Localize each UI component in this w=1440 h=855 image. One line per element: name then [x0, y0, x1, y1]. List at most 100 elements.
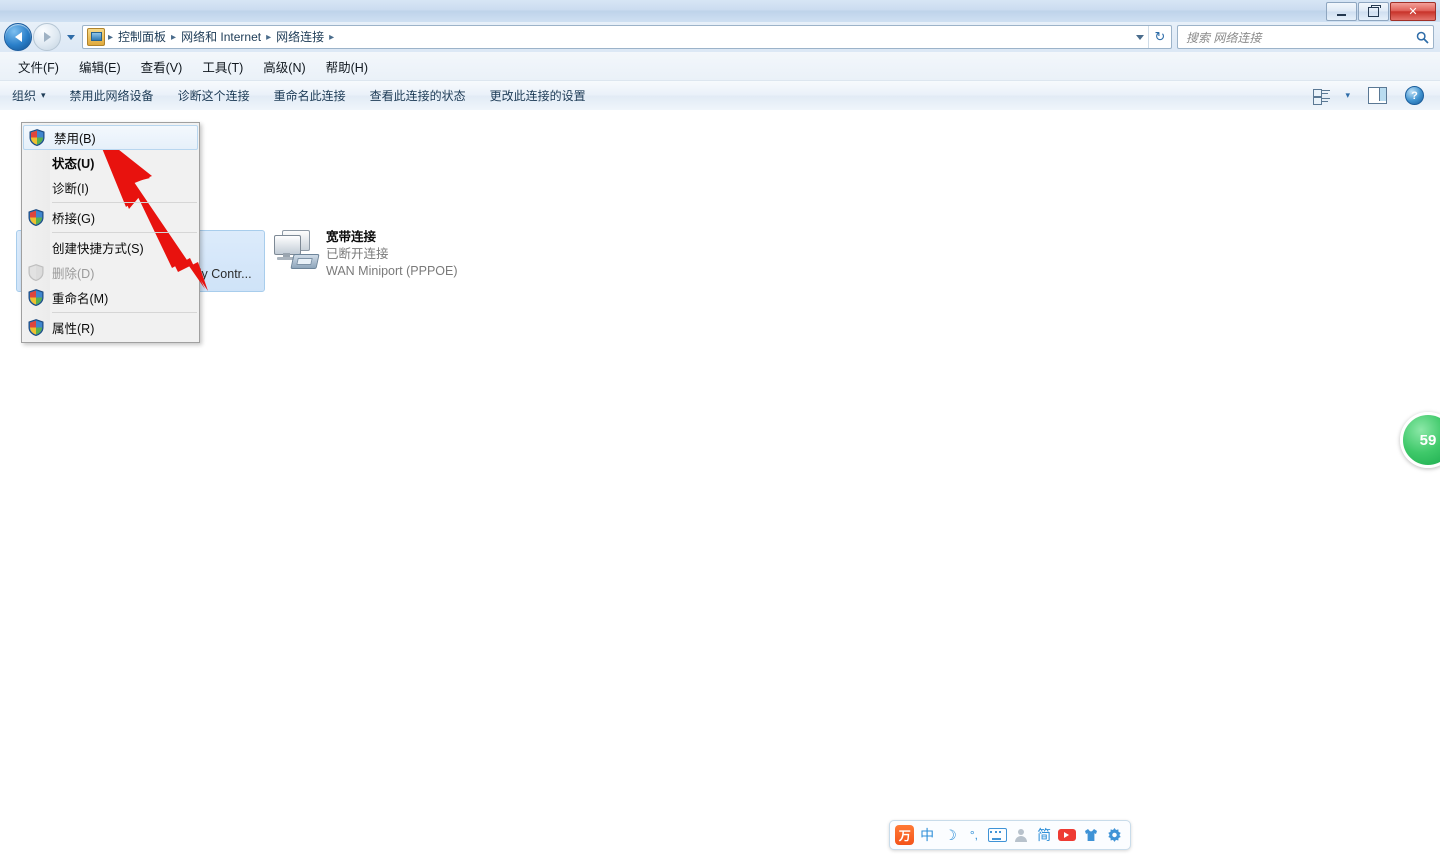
- menu-edit[interactable]: 编辑(E): [69, 54, 131, 79]
- help-icon: ?: [1405, 86, 1424, 105]
- organize-label: 组织: [12, 89, 37, 103]
- close-button[interactable]: ✕: [1390, 2, 1436, 21]
- shield-icon: [28, 209, 44, 226]
- minimize-button[interactable]: [1326, 2, 1357, 21]
- ime-moon-icon[interactable]: ☽: [940, 824, 961, 846]
- maximize-button[interactable]: [1358, 2, 1389, 21]
- context-menu-separator: [52, 202, 197, 203]
- shield-icon: [28, 319, 44, 336]
- selected-item-label: ily Contr...: [196, 267, 252, 281]
- address-dropdown-button[interactable]: [1132, 34, 1148, 40]
- explorer-window: ✕ ▸ 控制面板 ▸ 网络和 Internet ▸ 网络连接 ▸ ↻ 搜索 网络…: [0, 0, 1440, 855]
- organize-button[interactable]: 组织 ▾: [0, 83, 58, 108]
- preview-pane-icon: [1368, 87, 1387, 104]
- ime-chinese-mode[interactable]: 中: [916, 824, 937, 846]
- context-menu: 禁用(B) 状态(U) 诊断(I) 桥接(G) 创建快捷方式(S) 删除(D) …: [21, 122, 200, 343]
- context-menu-separator: [52, 232, 197, 233]
- ime-user-icon[interactable]: [1010, 824, 1031, 846]
- breadcrumb-item-control-panel[interactable]: 控制面板: [114, 27, 170, 47]
- connection-device: WAN Miniport (PPPOE): [326, 264, 458, 278]
- breadcrumb-bar[interactable]: ▸ 控制面板 ▸ 网络和 Internet ▸ 网络连接 ▸ ↻: [82, 25, 1172, 49]
- context-menu-item-diagnose[interactable]: 诊断(I): [22, 175, 199, 200]
- context-menu-item-label: 删除(D): [52, 267, 95, 281]
- back-button[interactable]: [4, 23, 32, 51]
- view-mode-dropdown[interactable]: ▾: [1339, 87, 1356, 104]
- view-status-button[interactable]: 查看此连接的状态: [358, 83, 478, 108]
- breadcrumb-separator: ▸: [266, 31, 272, 43]
- refresh-icon: ↻: [1154, 29, 1166, 44]
- context-menu-item-rename[interactable]: 重命名(M): [22, 285, 199, 310]
- status-badge[interactable]: 59: [1400, 412, 1440, 468]
- context-menu-item-create-shortcut[interactable]: 创建快捷方式(S): [22, 235, 199, 260]
- ime-simplified-icon[interactable]: 简: [1033, 824, 1054, 846]
- navigation-buttons: [4, 23, 77, 51]
- ime-logo[interactable]: 万: [895, 825, 915, 845]
- shield-icon: [29, 129, 45, 146]
- network-folder-icon: [87, 28, 105, 46]
- search-icon: [1411, 31, 1433, 44]
- rename-connection-button[interactable]: 重命名此连接: [262, 83, 358, 108]
- history-dropdown-button[interactable]: [65, 24, 77, 50]
- context-menu-item-properties[interactable]: 属性(R): [22, 315, 199, 340]
- menu-advanced[interactable]: 高级(N): [253, 54, 315, 79]
- breadcrumb-separator: ▸: [108, 31, 114, 43]
- menu-help[interactable]: 帮助(H): [316, 54, 378, 79]
- connection-name: 宽带连接: [326, 230, 377, 244]
- context-menu-item-disable[interactable]: 禁用(B): [23, 125, 198, 150]
- maximize-icon: [1368, 4, 1381, 17]
- view-mode-button[interactable]: [1309, 85, 1335, 107]
- address-bar-row: ▸ 控制面板 ▸ 网络和 Internet ▸ 网络连接 ▸ ↻ 搜索 网络连接: [0, 22, 1440, 52]
- connection-status: 已断开连接: [326, 247, 389, 261]
- list-item[interactable]: 宽带连接 已断开连接 WAN Miniport (PPPOE): [272, 228, 458, 280]
- context-menu-separator: [52, 312, 197, 313]
- ime-soft-keyboard-icon[interactable]: [987, 824, 1008, 846]
- command-toolbar: 组织 ▾ 禁用此网络设备 诊断这个连接 重命名此连接 查看此连接的状态 更改此连…: [0, 81, 1440, 111]
- status-badge-value: 59: [1419, 431, 1437, 449]
- breadcrumb-separator: ▸: [329, 31, 335, 43]
- forward-arrow-icon: [43, 32, 51, 42]
- diagnose-connection-button[interactable]: 诊断这个连接: [166, 83, 262, 108]
- ime-video-icon[interactable]: [1057, 824, 1078, 846]
- close-icon: ✕: [1408, 6, 1418, 18]
- help-button[interactable]: ?: [1399, 83, 1430, 108]
- change-settings-button[interactable]: 更改此连接的设置: [478, 83, 598, 108]
- ime-settings-icon[interactable]: [1104, 824, 1125, 846]
- network-connection-icon: [272, 228, 320, 272]
- shield-icon-disabled: [28, 264, 44, 281]
- context-menu-item-label: 桥接(G): [52, 212, 96, 226]
- chevron-down-icon: [1136, 34, 1144, 40]
- refresh-button[interactable]: ↻: [1148, 26, 1171, 48]
- window-controls: ✕: [1326, 2, 1436, 21]
- context-menu-item-label: 诊断(I): [52, 182, 89, 196]
- ime-skin-icon[interactable]: [1080, 824, 1101, 846]
- minimize-icon: [1337, 13, 1346, 16]
- chevron-down-icon: [67, 34, 75, 40]
- ime-punctuation-icon[interactable]: °,: [963, 824, 984, 846]
- context-menu-item-label: 状态(U): [52, 157, 95, 171]
- view-mode-icon: [1313, 88, 1331, 105]
- back-arrow-icon: [14, 32, 22, 42]
- breadcrumb-item-network-internet[interactable]: 网络和 Internet: [177, 27, 265, 47]
- forward-button[interactable]: [33, 23, 61, 51]
- search-input[interactable]: 搜索 网络连接: [1178, 29, 1411, 46]
- chevron-down-icon: ▾: [1345, 90, 1350, 100]
- context-menu-item-status[interactable]: 状态(U): [22, 150, 199, 175]
- menu-tools[interactable]: 工具(T): [192, 54, 253, 79]
- menu-bar: 文件(F) 编辑(E) 查看(V) 工具(T) 高级(N) 帮助(H): [0, 52, 1440, 81]
- preview-pane-button[interactable]: [1360, 84, 1395, 107]
- chevron-down-icon: ▾: [41, 90, 46, 100]
- menu-file[interactable]: 文件(F): [8, 54, 69, 79]
- context-menu-item-delete: 删除(D): [22, 260, 199, 285]
- list-item-text: 宽带连接 已断开连接 WAN Miniport (PPPOE): [326, 228, 458, 280]
- toolbar-right-group: ▾ ?: [1309, 83, 1440, 108]
- breadcrumb-item-network-connections[interactable]: 网络连接: [272, 27, 328, 47]
- search-box[interactable]: 搜索 网络连接: [1177, 25, 1434, 49]
- disable-device-button[interactable]: 禁用此网络设备: [58, 83, 166, 108]
- context-menu-item-bridge[interactable]: 桥接(G): [22, 205, 199, 230]
- title-bar: ✕: [0, 0, 1440, 23]
- context-menu-item-label: 属性(R): [52, 322, 95, 336]
- context-menu-item-label: 创建快捷方式(S): [52, 242, 144, 256]
- context-menu-item-label: 重命名(M): [52, 292, 109, 306]
- menu-view[interactable]: 查看(V): [131, 54, 193, 79]
- context-menu-item-label: 禁用(B): [54, 132, 96, 146]
